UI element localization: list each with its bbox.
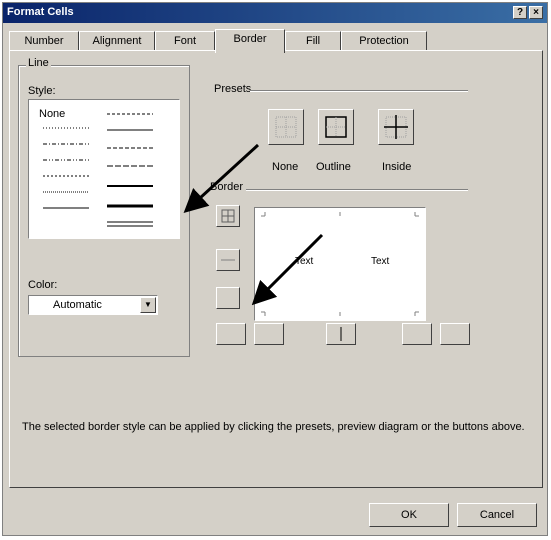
preset-inside-label: Inside: [382, 161, 412, 173]
presets-separator: [250, 90, 468, 92]
preset-inside-icon: [384, 115, 408, 139]
border-grid-icon: [221, 209, 235, 223]
preset-inside-button[interactable]: [378, 109, 414, 145]
border-middle-horizontal-button[interactable]: [216, 249, 240, 271]
preset-outline-button[interactable]: [318, 109, 354, 145]
preset-outline-icon: [325, 116, 347, 138]
border-center-vertical-button[interactable]: [326, 323, 356, 345]
tab-number[interactable]: Number: [9, 31, 79, 51]
preset-none-button[interactable]: [268, 109, 304, 145]
preview-text-right: Text: [371, 256, 390, 267]
border-bottom-button[interactable]: [216, 287, 240, 309]
preset-none-icon: [275, 116, 297, 138]
border-vertical-icon: [340, 327, 342, 341]
cancel-button[interactable]: Cancel: [457, 503, 537, 527]
arrow-to-line-style: [183, 143, 260, 214]
title-bar[interactable]: Format Cells ? ×: [3, 3, 547, 23]
line-group-label: Line: [26, 57, 51, 69]
color-label: Color:: [28, 279, 58, 291]
format-cells-dialog: Format Cells ? × Number Alignment Font B…: [2, 2, 548, 536]
border-description: The selected border style can be applied…: [22, 421, 525, 433]
border-right-button[interactable]: [402, 323, 432, 345]
border-left-button[interactable]: [254, 323, 284, 345]
color-select[interactable]: Automatic ▼: [28, 295, 158, 315]
presets-group-label: Presets: [212, 83, 254, 95]
color-select-value: Automatic: [53, 299, 102, 311]
line-styles-svg: [43, 113, 153, 227]
border-diagonal-down-button[interactable]: [440, 323, 470, 345]
tab-fill[interactable]: Fill: [285, 31, 341, 51]
color-dropdown-button[interactable]: ▼: [140, 297, 156, 313]
preview-text-left: Text: [295, 256, 314, 267]
tab-border[interactable]: Border: [215, 29, 285, 53]
window-title: Format Cells: [7, 6, 74, 18]
border-separator: [246, 189, 468, 191]
border-horizontal-icon: [221, 259, 235, 261]
close-button[interactable]: ×: [529, 6, 543, 19]
preset-none-label: None: [272, 161, 299, 173]
border-preview[interactable]: Text Text: [254, 207, 426, 321]
tab-font[interactable]: Font: [155, 31, 215, 51]
tab-alignment[interactable]: Alignment: [79, 31, 155, 51]
help-button[interactable]: ?: [513, 6, 527, 19]
style-label: Style:: [28, 85, 56, 97]
preset-outline-label: Outline: [316, 161, 351, 173]
preview-corners: [261, 212, 419, 316]
tab-protection[interactable]: Protection: [341, 31, 427, 51]
line-style-list[interactable]: None: [28, 99, 180, 239]
border-group-label: Border: [208, 181, 246, 193]
ok-button[interactable]: OK: [369, 503, 449, 527]
border-top-button[interactable]: [216, 205, 240, 227]
border-diagonal-up-button[interactable]: [216, 323, 246, 345]
border-tab-panel: Line Style: None Color: Automatic ▼ Pres…: [9, 50, 543, 488]
